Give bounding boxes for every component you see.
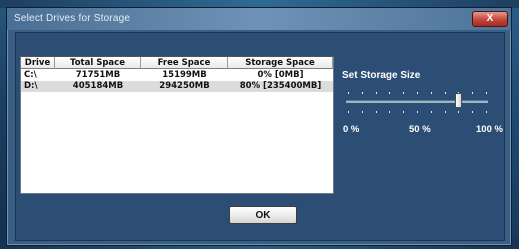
slider-tick — [445, 111, 446, 113]
ok-button[interactable]: OK — [229, 206, 297, 224]
total-space-cell: 71751MB — [75, 70, 121, 80]
title-bar[interactable]: Select Drives for Storage X — [7, 8, 511, 30]
close-icon: X — [486, 13, 494, 24]
slider-min-label: 0 % — [343, 124, 360, 135]
storage-space-cell: 0% [0MB] — [257, 70, 304, 80]
slider-tick — [445, 92, 446, 94]
storage-slider-thumb[interactable] — [455, 93, 462, 108]
slider-tick — [348, 92, 349, 94]
column-header-drive[interactable]: Drive — [21, 57, 55, 69]
total-space-cell: 405184MB — [72, 81, 124, 91]
slider-tick — [362, 92, 363, 94]
slider-tick — [431, 111, 432, 113]
slider-tick — [389, 92, 390, 94]
slider-tick — [458, 111, 459, 113]
drive-cell: C:\ — [24, 70, 37, 80]
close-button[interactable]: X — [472, 11, 508, 27]
slider-tick — [472, 111, 473, 113]
slider-tick — [472, 92, 473, 94]
set-storage-size-label: Set Storage Size — [342, 70, 421, 81]
slider-tick — [431, 92, 432, 94]
table-row[interactable]: C:\ 71751MB 15199MB 0% [0MB] — [21, 70, 333, 81]
slider-tick — [403, 111, 404, 113]
slider-tick — [376, 111, 377, 113]
free-space-cell: 294250MB — [159, 81, 210, 91]
slider-tick — [348, 111, 349, 113]
drive-cell: D:\ — [24, 81, 38, 91]
slider-tick — [417, 92, 418, 94]
drive-list-header: Drive Total Space Free Space Storage Spa… — [21, 57, 333, 70]
slider-tick — [486, 111, 487, 113]
storage-space-cell: 80% [235400MB] — [239, 81, 322, 91]
storage-slider-track[interactable] — [346, 100, 488, 103]
column-header-total-space[interactable]: Total Space — [55, 57, 141, 69]
column-header-storage-space[interactable]: Storage Space — [228, 57, 333, 69]
slider-tick — [362, 111, 363, 113]
drive-list[interactable]: Drive Total Space Free Space Storage Spa… — [20, 56, 334, 194]
slider-tick — [486, 92, 487, 94]
slider-max-label: 100 % — [476, 124, 503, 135]
table-row[interactable]: D:\ 405184MB 294250MB 80% [235400MB] — [21, 81, 333, 92]
slider-tick — [376, 92, 377, 94]
free-space-cell: 15199MB — [162, 70, 207, 80]
slider-mid-label: 50 % — [409, 124, 431, 135]
slider-tick — [417, 111, 418, 113]
window-title: Select Drives for Storage — [14, 13, 131, 24]
slider-tick — [403, 92, 404, 94]
column-header-free-space[interactable]: Free Space — [141, 57, 228, 69]
slider-tick — [389, 111, 390, 113]
